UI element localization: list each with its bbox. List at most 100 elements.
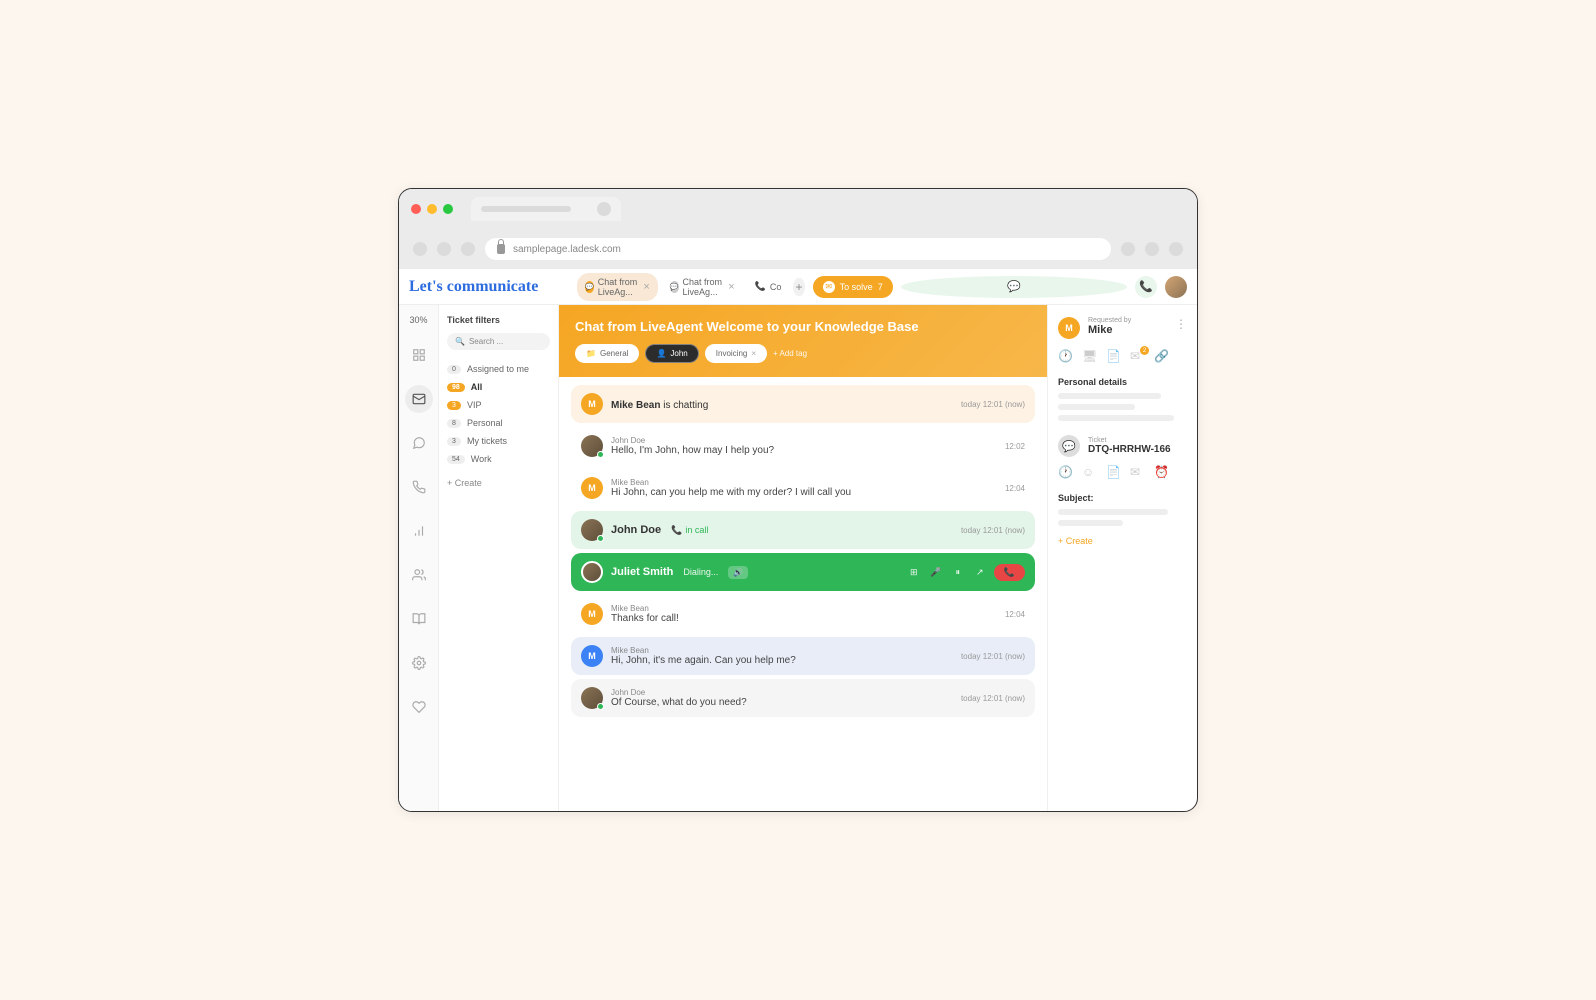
detail-actions: 🕐 🖥 📄 ✉2 🔗: [1058, 349, 1187, 365]
nav-phone-icon[interactable]: [405, 473, 433, 501]
tab-chat-1[interactable]: 💬 Chat from LiveAg... ×: [577, 273, 658, 301]
create-filter-button[interactable]: + Create: [447, 478, 550, 488]
call-event-dialing: Juliet SmithDialing...🔊 ⊞ 🎤 ⏸ ↗ 📞: [571, 553, 1035, 591]
maximize-window-button[interactable]: [443, 204, 453, 214]
header-phone-button[interactable]: 📞: [1135, 276, 1157, 298]
tab-call[interactable]: 📞 Co: [747, 277, 790, 296]
file-icon[interactable]: 📄: [1106, 465, 1122, 481]
filter-assigned[interactable]: 0Assigned to me: [447, 360, 550, 378]
alarm-icon[interactable]: ⏰: [1154, 465, 1170, 481]
avatar: M: [581, 645, 603, 667]
mail-icon: ✉: [823, 281, 835, 293]
clock-icon[interactable]: 🕐: [1058, 465, 1074, 481]
tag-invoicing[interactable]: Invoicing ×: [705, 344, 767, 363]
header-chat-button[interactable]: 💬: [901, 276, 1127, 298]
filter-work[interactable]: 54Work: [447, 450, 550, 468]
person-icon: 👤: [656, 349, 666, 358]
speaker-icon[interactable]: 🔊: [728, 566, 748, 579]
browser-action[interactable]: [1169, 242, 1183, 256]
keypad-icon[interactable]: ⊞: [906, 564, 922, 580]
call-event-incall: John Doe📞in call today 12:01 (now): [571, 511, 1035, 549]
lock-icon: [497, 244, 505, 254]
browser-toolbar: samplepage.ladesk.com: [399, 229, 1197, 269]
add-tag-button[interactable]: + Add tag: [773, 349, 807, 358]
nav-refresh-button[interactable]: [461, 242, 475, 256]
ticket-title: Chat from LiveAgent Welcome to your Know…: [575, 319, 1031, 334]
nav-people-icon[interactable]: [405, 561, 433, 589]
chat-message: John DoeHello, I'm John, how may I help …: [571, 427, 1035, 465]
chat-thread: M Mike Bean is chatting today 12:01 (now…: [559, 377, 1047, 811]
transfer-icon[interactable]: ↗: [972, 564, 988, 580]
close-icon[interactable]: ×: [643, 281, 649, 293]
phone-icon: 📞: [755, 281, 766, 292]
avatar: M: [581, 393, 603, 415]
chat-message: M Mike BeanHi John, can you help me with…: [571, 469, 1035, 507]
chat-icon: 💬: [670, 281, 679, 293]
tag-general[interactable]: 📁General: [575, 344, 639, 363]
pause-icon[interactable]: ⏸: [950, 564, 966, 580]
user-avatar[interactable]: [1165, 276, 1187, 298]
tags-row: 📁General 👤John Invoicing × + Add tag: [575, 344, 1031, 363]
mail-icon[interactable]: ✉2: [1130, 349, 1146, 365]
nav-mail-icon[interactable]: [405, 385, 433, 413]
ticket-icon: 💬: [1058, 435, 1080, 457]
timestamp: 12:04: [1005, 610, 1025, 619]
nav-stats-icon[interactable]: [405, 517, 433, 545]
ticket-header: Chat from LiveAgent Welcome to your Know…: [559, 305, 1047, 377]
create-button[interactable]: + Create: [1058, 536, 1187, 546]
to-solve-label: To solve: [840, 282, 873, 292]
avatar: [581, 687, 603, 709]
avatar: [581, 561, 603, 583]
close-window-button[interactable]: [411, 204, 421, 214]
tab-label: Co: [770, 282, 782, 292]
url-bar[interactable]: samplepage.ladesk.com: [485, 238, 1111, 260]
search-input[interactable]: 🔍 Search ...: [447, 333, 550, 350]
emoji-icon[interactable]: ☺: [1082, 465, 1098, 481]
filter-all[interactable]: 98All: [447, 378, 550, 396]
more-icon[interactable]: ⋮: [1175, 317, 1187, 331]
link-icon[interactable]: 🔗: [1154, 349, 1170, 365]
nav-dashboard-icon[interactable]: [405, 341, 433, 369]
main-panel: Chat from LiveAgent Welcome to your Know…: [559, 305, 1047, 811]
timestamp: today 12:01 (now): [961, 652, 1025, 661]
browser-tab[interactable]: [471, 197, 621, 221]
nav-book-icon[interactable]: [405, 605, 433, 633]
close-icon[interactable]: ×: [751, 349, 756, 358]
filter-mytickets[interactable]: 3My tickets: [447, 432, 550, 450]
filters-title: Ticket filters: [447, 315, 550, 325]
end-call-button[interactable]: 📞: [994, 564, 1025, 581]
filter-vip[interactable]: 3VIP: [447, 396, 550, 414]
browser-action[interactable]: [1121, 242, 1135, 256]
browser-action[interactable]: [1145, 242, 1159, 256]
skeleton: [1058, 393, 1161, 399]
filter-personal[interactable]: 8Personal: [447, 414, 550, 432]
mail-icon[interactable]: ✉: [1130, 465, 1146, 481]
nav-settings-icon[interactable]: [405, 649, 433, 677]
dialing-status: Dialing...: [683, 567, 718, 577]
clock-icon[interactable]: 🕐: [1058, 349, 1074, 365]
nav-forward-button[interactable]: [437, 242, 451, 256]
close-icon[interactable]: ×: [728, 281, 734, 293]
tag-john[interactable]: 👤John: [645, 344, 698, 363]
call-controls: ⊞ 🎤 ⏸ ↗ 📞: [906, 564, 1025, 581]
avatar: M: [1058, 317, 1080, 339]
minimize-window-button[interactable]: [427, 204, 437, 214]
tab-chat-2[interactable]: 💬 Chat from LiveAg... ×: [662, 273, 743, 301]
skeleton: [1058, 520, 1123, 526]
file-icon[interactable]: 📄: [1106, 349, 1122, 365]
tab-bar: 💬 Chat from LiveAg... × 💬 Chat from Live…: [577, 273, 805, 301]
add-tab-button[interactable]: +: [793, 278, 804, 296]
ticket-filters-panel: Ticket filters 🔍 Search ... 0Assigned to…: [439, 305, 559, 811]
tab-label: Chat from LiveAg...: [683, 277, 725, 297]
monitor-icon[interactable]: 🖥: [1082, 349, 1098, 365]
chat-message: John DoeOf Course, what do you need? tod…: [571, 679, 1035, 717]
avatar: M: [581, 477, 603, 499]
to-solve-button[interactable]: ✉ To solve 7: [813, 276, 893, 298]
nav-chat-icon[interactable]: [405, 429, 433, 457]
folder-icon: 📁: [586, 349, 596, 358]
brand-logo: Let's communicate: [409, 278, 569, 296]
usage-percent: 30%: [409, 315, 427, 325]
nav-back-button[interactable]: [413, 242, 427, 256]
nav-heart-icon[interactable]: [405, 693, 433, 721]
mic-icon[interactable]: 🎤: [928, 564, 944, 580]
